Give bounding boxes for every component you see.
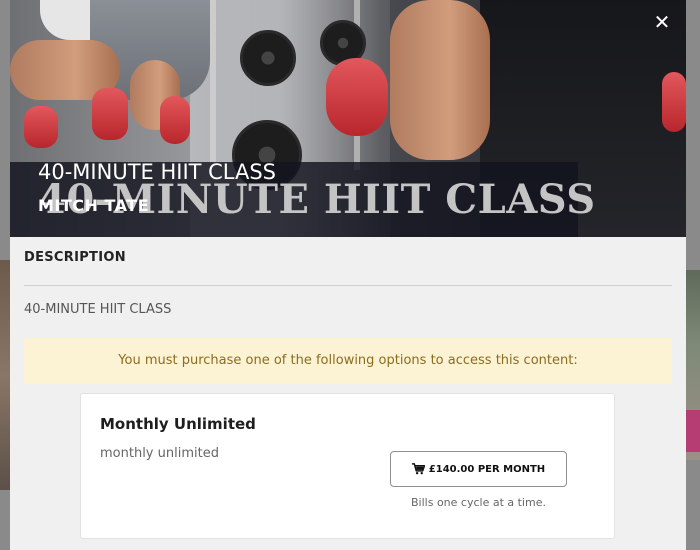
hero-dumbbell xyxy=(662,72,686,132)
description-text: 40-MINUTE HIIT CLASS xyxy=(24,302,172,317)
hero-dumbbell xyxy=(160,96,190,144)
hero-image: 40-MINUTE HIIT CLASS 40-MINUTE HIIT CLAS… xyxy=(10,0,686,237)
background-right-badge xyxy=(686,410,700,452)
background-left-image xyxy=(0,260,10,490)
hero-weight-plate xyxy=(240,30,296,86)
cart-icon xyxy=(411,463,425,475)
purchase-monthly-button[interactable]: £140.00 PER MONTH xyxy=(390,451,567,487)
option-description: monthly unlimited xyxy=(100,446,219,461)
purchase-required-notice: You must purchase one of the following o… xyxy=(24,338,672,384)
class-title: 40-MINUTE HIIT CLASS xyxy=(38,160,277,184)
purchase-button-label: £140.00 PER MONTH xyxy=(428,463,546,475)
hero-dumbbell xyxy=(326,58,388,136)
description-heading: DESCRIPTION xyxy=(24,250,126,265)
instructor-name: MITCH TATE xyxy=(38,196,150,215)
close-icon[interactable]: ✕ xyxy=(650,10,674,34)
billing-note: Bills one cycle at a time. xyxy=(411,496,546,509)
hero-dumbbell xyxy=(24,106,58,148)
purchase-option-card: Monthly Unlimited monthly unlimited £140… xyxy=(80,393,615,539)
class-details-modal: 40-MINUTE HIIT CLASS 40-MINUTE HIIT CLAS… xyxy=(10,0,686,550)
hero-dumbbell xyxy=(92,88,128,140)
option-name: Monthly Unlimited xyxy=(100,415,256,433)
section-divider xyxy=(24,285,672,286)
hero-person-arm xyxy=(390,0,490,160)
